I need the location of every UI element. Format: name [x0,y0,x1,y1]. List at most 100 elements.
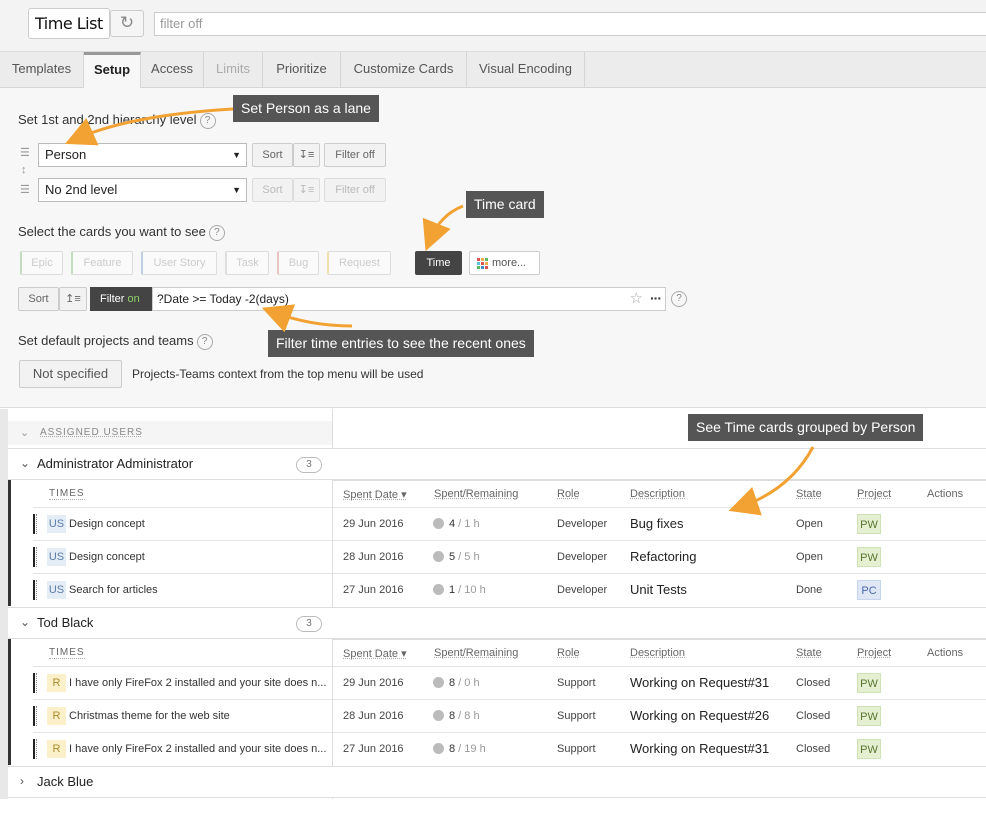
tab-customize-cards[interactable]: Customize Cards [341,52,467,88]
chevron-down-icon: ⌄ [20,427,31,439]
project-badge: PW [857,514,881,534]
table-row[interactable]: R I have only FireFox 2 installed and yo… [33,666,986,699]
help-icon[interactable]: ? [196,333,213,350]
callout-person-lane: Set Person as a lane [233,95,379,122]
role: Developer [557,518,608,530]
card-type-task[interactable]: Task [225,251,269,275]
drag-handle[interactable] [33,706,37,726]
col-role[interactable]: Role [557,647,580,659]
tab-visual-encoding[interactable]: Visual Encoding [467,52,585,88]
tab-access[interactable]: Access [141,52,204,88]
entity-title[interactable]: Search for articles [69,584,331,596]
project-badge: PW [857,673,881,693]
lane-header[interactable]: ⌄ Administrator Administrator 3 [8,448,986,481]
drag-handle[interactable] [33,739,37,759]
cards-sort-button[interactable]: Sort [18,287,59,311]
entity-title[interactable]: I have only FireFox 2 installed and your… [69,743,331,755]
help-icon[interactable]: ? [199,112,216,129]
cards-sort-order-icon[interactable]: ↥≡ [59,287,87,311]
chevron-down-icon[interactable]: ⌄ [20,615,30,629]
callout-filter-recent: Filter time entries to see the recent on… [268,330,534,357]
card-type-request[interactable]: Request [327,251,391,275]
tab-prioritize[interactable]: Prioritize [263,52,341,88]
project-badge: PW [857,547,881,567]
col-spent-remaining[interactable]: Spent/Remaining [434,647,518,659]
level1-sort-button[interactable]: Sort [252,143,293,167]
more-card-types-button[interactable]: more... [469,251,540,275]
level2-select[interactable]: No 2nd level ▼ [38,178,247,202]
drag-handle[interactable] [33,514,37,534]
col-spent-date[interactable]: Spent Date ▾ [343,488,407,501]
cards-filter-input[interactable]: ?Date >= Today -2(days) ☆ ··· [152,287,666,311]
spent-date: 27 Jun 2016 [343,743,404,755]
spent-date: 29 Jun 2016 [343,518,404,530]
lane-name: Jack Blue [37,774,94,789]
chevron-down-icon[interactable]: ⌄ [20,456,30,470]
level1-icon: ☰ [20,147,30,159]
tab-setup[interactable]: Setup [84,52,141,89]
help-icon[interactable]: ? [208,224,225,241]
drag-handle[interactable] [33,673,37,693]
table-row[interactable]: R I have only FireFox 2 installed and yo… [33,732,986,765]
chevron-right-icon[interactable]: › [20,774,24,788]
refresh-button[interactable]: ↻ [110,10,144,37]
top-filter-input[interactable]: filter off [154,12,986,36]
state: Open [796,551,823,563]
clock-icon [433,677,444,688]
swap-levels-icon[interactable]: ↕ [21,164,27,176]
setup-panel: Set 1st and 2nd hierarchy level? ☰ ↕ ☰ P… [0,88,986,408]
table-row[interactable]: US Design concept 29 Jun 2016 4 / 1 h De… [33,507,986,540]
drag-handle[interactable] [33,580,37,600]
help-icon[interactable]: ? [671,291,687,307]
assigned-users-header[interactable]: ⌄ ASSIGNED USERS [8,421,332,445]
table-row[interactable]: R Christmas theme for the web site 28 Ju… [33,699,986,732]
entity-title[interactable]: Design concept [69,518,331,530]
col-description[interactable]: Description [630,647,685,659]
project-badge: PW [857,706,881,726]
entity-title[interactable]: Christmas theme for the web site [69,710,331,722]
spent-date: 29 Jun 2016 [343,677,404,689]
star-icon[interactable]: ☆ [630,288,643,310]
more-options-icon[interactable]: ··· [650,287,662,309]
col-state[interactable]: State [796,488,822,500]
card-type-epic[interactable]: Epic [20,251,63,275]
level1-select[interactable]: Person ▼ [38,143,247,167]
entity-type-badge: R [47,740,66,758]
card-type-feature[interactable]: Feature [71,251,133,275]
level1-filter-button[interactable]: Filter off [324,143,386,167]
role: Support [557,677,596,689]
lane-header[interactable]: ⌄ Tod Black 3 [8,607,986,640]
spent-remaining: 5 / 5 h [433,551,480,563]
drag-handle[interactable] [33,547,37,567]
col-description[interactable]: Description [630,488,685,500]
card-type-time[interactable]: Time [415,251,462,275]
col-actions: Actions [927,488,964,500]
lane-count-badge: 3 [296,616,322,632]
role: Developer [557,584,608,596]
dropdown-caret-icon: ▼ [232,150,241,160]
clock-icon [433,743,444,754]
lane-header[interactable]: › Jack Blue [8,766,986,798]
spent-date: 28 Jun 2016 [343,551,404,563]
tab-limits: Limits [204,52,263,88]
card-type-bug[interactable]: Bug [277,251,319,275]
cards-filter-toggle[interactable]: Filter on [90,287,152,311]
table-row[interactable]: US Search for articles 27 Jun 2016 1 / 1… [33,573,986,606]
not-specified-button[interactable]: Not specified [19,360,122,388]
level1-sort-order-icon[interactable]: ↧≡ [293,143,320,167]
callout-grouped: See Time cards grouped by Person [688,414,924,441]
view-title[interactable]: Time List [28,8,110,39]
col-project[interactable]: Project [857,488,891,500]
entity-title[interactable]: Design concept [69,551,331,563]
col-spent-remaining[interactable]: Spent/Remaining [434,488,518,500]
col-spent-date[interactable]: Spent Date ▾ [343,647,407,660]
table-row[interactable]: US Design concept 28 Jun 2016 5 / 5 h De… [33,540,986,573]
card-type-user-story[interactable]: User Story [141,251,217,275]
tab-templates[interactable]: Templates [0,52,84,88]
col-project[interactable]: Project [857,647,891,659]
col-role[interactable]: Role [557,488,580,500]
cards-label: Select the cards you want to see? [18,224,225,241]
col-state[interactable]: State [796,647,822,659]
spent-remaining: 8 / 19 h [433,743,486,755]
entity-title[interactable]: I have only FireFox 2 installed and your… [69,677,331,689]
